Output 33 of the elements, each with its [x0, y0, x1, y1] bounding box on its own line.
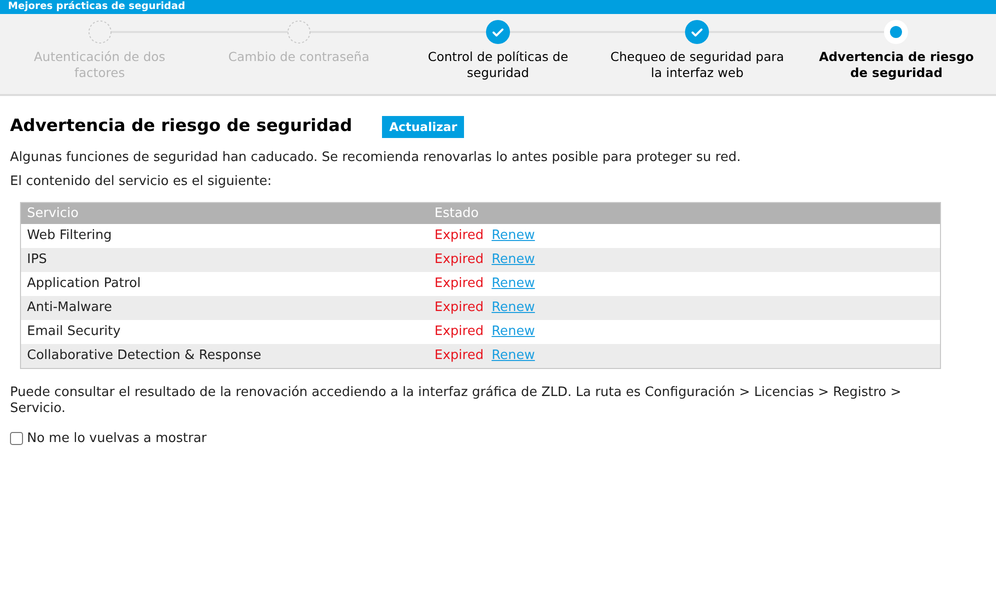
renew-link[interactable]: Renew	[492, 228, 535, 244]
refresh-button[interactable]: Actualizar	[382, 116, 464, 138]
renew-link[interactable]: Renew	[492, 252, 535, 268]
step-label: Advertencia de riesgo de seguridad	[818, 49, 975, 81]
table-cell: IPS	[20, 248, 428, 272]
renew-link[interactable]: Renew	[492, 300, 535, 316]
intro-text: Algunas funciones de seguridad han caducado. Se recomienda renovarlas lo antes posible para proteger su red.	[10, 148, 742, 166]
checkbox-label: No me lo vuelvas a mostrar	[27, 430, 207, 448]
column-header: Servicio	[20, 202, 428, 224]
table-cell: Application Patrol	[20, 272, 428, 296]
page-heading: Advertencia de riesgo de seguridad	[10, 115, 352, 138]
status-text: Expired	[434, 348, 484, 363]
checkbox[interactable]	[10, 432, 23, 445]
subheading-text: El contenido del servicio es el siguiente:	[10, 173, 273, 191]
step-label: Cambio de contraseña	[228, 49, 370, 65]
table-cell: Collaborative Detection & Response	[20, 344, 428, 368]
renew-link[interactable]: Renew	[492, 276, 535, 292]
status-text: Expired	[434, 300, 484, 316]
window-title: Mejores prácticas de seguridad	[8, 2, 186, 12]
status-text: Expired	[434, 276, 484, 292]
status-text: Expired	[434, 324, 484, 340]
note-text: Puede consultar el resultado de la renovación accediendo a la interfaz gráfica de ZLD. La ruta es Configuración > Licencias > Registro > Servicio.	[10, 384, 902, 416]
step-label: Control de políticas de seguridad	[426, 49, 570, 81]
status-text: Expired	[434, 252, 484, 268]
table-cell: Anti-Malware	[20, 296, 428, 320]
table-cell: Web Filtering	[20, 224, 428, 248]
renew-link[interactable]: Renew	[492, 348, 535, 363]
column-header: Estado	[428, 202, 940, 224]
table-cell: Email Security	[20, 320, 428, 344]
status-text: Expired	[434, 228, 484, 244]
step-label: Autenticación de dos factores	[32, 49, 166, 81]
renew-link[interactable]: Renew	[492, 324, 535, 340]
step-label: Chequeo de seguridad para la interfaz web	[610, 49, 785, 81]
